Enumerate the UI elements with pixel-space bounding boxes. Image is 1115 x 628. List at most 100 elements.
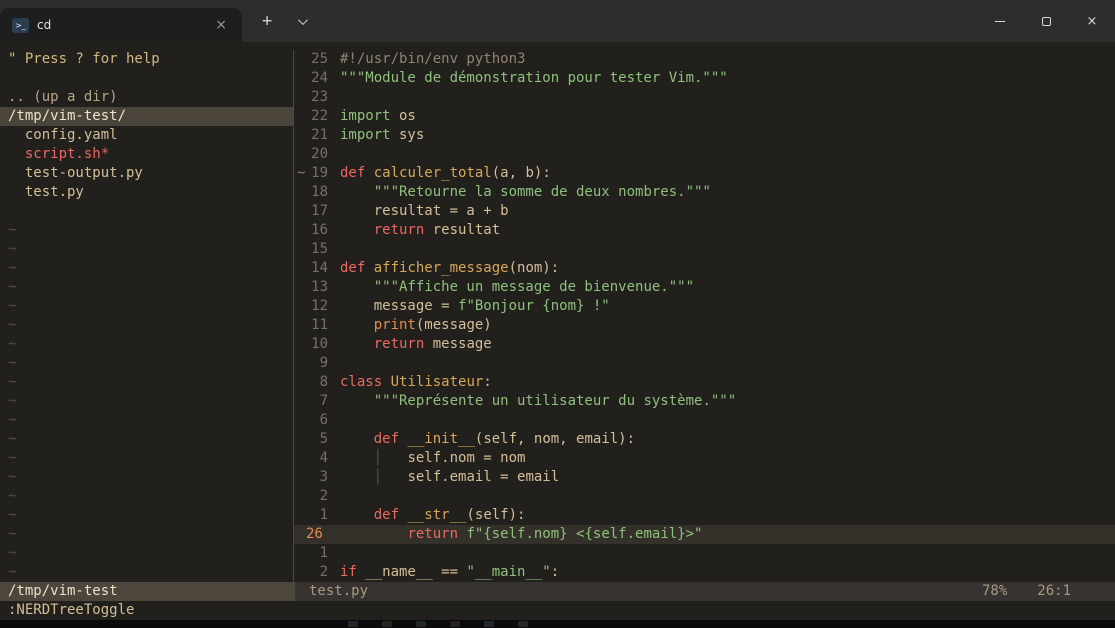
code-text: print(message) (340, 317, 492, 333)
editor-line-current[interactable]: 26 return f"{self.nom} <{self.email}>" (294, 525, 1115, 544)
line-number: 21 (294, 126, 340, 145)
editor-line[interactable]: 14def afficher_message(nom): (294, 259, 1115, 278)
line-number: 17 (294, 202, 340, 221)
editor-line[interactable]: 8class Utilisateur: (294, 373, 1115, 392)
minimize-button[interactable] (977, 0, 1023, 42)
line-number: 23 (294, 88, 340, 107)
tree-item[interactable]: test.py (0, 183, 293, 202)
tilde-marker: ~ (0, 221, 293, 240)
close-button[interactable]: × (1069, 0, 1115, 42)
tab-title: cd (37, 18, 51, 32)
editor-line[interactable]: 7 """Représente un utilisateur du systèm… (294, 392, 1115, 411)
editor-line[interactable]: 21import sys (294, 126, 1115, 145)
vim-command-line[interactable]: :NERDTreeToggle (0, 601, 1115, 620)
tab-cd[interactable]: >_ cd × (0, 8, 242, 42)
tilde-marker: ~ (0, 449, 293, 468)
line-number: 9 (294, 354, 340, 373)
tilde-marker: ~ (0, 563, 293, 582)
tilde-marker: ~ (0, 335, 293, 354)
maximize-button[interactable] (1023, 0, 1069, 42)
code-text: def __str__(self): (340, 507, 525, 523)
line-number: 22 (294, 107, 340, 126)
line-number: 15 (294, 240, 340, 259)
editor-line[interactable]: 6 (294, 411, 1115, 430)
editor-line[interactable]: 5 def __init__(self, nom, email): (294, 430, 1115, 449)
editor-line[interactable]: 1 (294, 544, 1115, 563)
terminal-icon: >_ (12, 18, 29, 33)
editor-line[interactable]: 16 return resultat (294, 221, 1115, 240)
editor-line[interactable]: 22import os (294, 107, 1115, 126)
code-text: if __name__ == "__main__": (340, 564, 559, 580)
statusline-editor: test.py 78% 26:1 (295, 582, 1115, 601)
line-number: 10 (294, 335, 340, 354)
tree-item[interactable]: script.sh* (0, 145, 293, 164)
editor-line[interactable]: 13 """Affiche un message de bienvenue.""… (294, 278, 1115, 297)
gutter-sign: ~ (297, 164, 305, 183)
line-number: 3 (294, 468, 340, 487)
editor-line[interactable]: 3 │ self.email = email (294, 468, 1115, 487)
editor-line[interactable]: 18 """Retourne la somme de deux nombres.… (294, 183, 1115, 202)
editor-line[interactable]: 25#!/usr/bin/env python3 (294, 50, 1115, 69)
editor-line[interactable]: 15 (294, 240, 1115, 259)
line-number: 26 (294, 525, 340, 544)
line-number: 4 (294, 449, 340, 468)
tilde-marker: ~ (0, 297, 293, 316)
line-number: 2 (294, 487, 340, 506)
line-number: 25 (294, 50, 340, 69)
tilde-marker: ~ (0, 392, 293, 411)
line-number: 11 (294, 316, 340, 335)
taskbar-sliver (0, 620, 1115, 628)
line-number: 8 (294, 373, 340, 392)
editor-line[interactable]: 9 (294, 354, 1115, 373)
code-text: │ self.email = email (340, 469, 559, 485)
line-number: 2 (294, 563, 340, 582)
code-text: message = f"Bonjour {nom} !" (340, 298, 610, 314)
code-text: #!/usr/bin/env python3 (340, 51, 525, 67)
line-number: 6 (294, 411, 340, 430)
tree-item[interactable]: config.yaml (0, 126, 293, 145)
editor-line[interactable]: 23 (294, 88, 1115, 107)
code-text: import os (340, 108, 416, 124)
tilde-marker: ~ (0, 468, 293, 487)
tilde-marker: ~ (0, 411, 293, 430)
editor-line[interactable]: 24"""Module de démonstration pour tester… (294, 69, 1115, 88)
tree-item[interactable]: test-output.py (0, 164, 293, 183)
vim-main-area: " Press ? for help.. (up a dir)/tmp/vim-… (0, 42, 1115, 582)
tilde-marker: ~ (0, 373, 293, 392)
tree-item-up-dir[interactable]: .. (up a dir) (0, 88, 293, 107)
tree-blank-row (0, 202, 293, 221)
code-text: def afficher_message(nom): (340, 260, 559, 276)
editor-line[interactable]: 12 message = f"Bonjour {nom} !" (294, 297, 1115, 316)
editor-line[interactable]: 17 resultat = a + b (294, 202, 1115, 221)
code-text: return f"{self.nom} <{self.email}>" (340, 526, 702, 542)
editor-line[interactable]: 1 def __str__(self): (294, 506, 1115, 525)
editor-line[interactable]: 2if __name__ == "__main__": (294, 563, 1115, 582)
editor-line[interactable]: 10 return message (294, 335, 1115, 354)
statusline-ruler: 26:1 (1037, 582, 1071, 601)
line-number: 13 (294, 278, 340, 297)
tree-blank-row (0, 69, 293, 88)
editor-line[interactable]: 2 (294, 487, 1115, 506)
line-number: 16 (294, 221, 340, 240)
statusline-percent: 78% (982, 582, 1007, 601)
code-text: """Module de démonstration pour tester V… (340, 70, 728, 86)
tab-close-icon[interactable]: × (210, 16, 232, 34)
tab-dropdown-button[interactable] (288, 10, 315, 33)
editor-line[interactable]: 11 print(message) (294, 316, 1115, 335)
statusline-filename: test.py (295, 582, 368, 601)
line-number: 20 (294, 145, 340, 164)
window-controls: × (977, 0, 1115, 42)
titlebar: >_ cd × + × (0, 0, 1115, 42)
tilde-marker: ~ (0, 544, 293, 563)
vim-statusline: /tmp/vim-test test.py 78% 26:1 (0, 582, 1115, 601)
new-tab-button[interactable]: + (254, 9, 280, 34)
editor-line[interactable]: ~19def calculer_total(a, b): (294, 164, 1115, 183)
tree-item-selected[interactable]: /tmp/vim-test/ (0, 107, 293, 126)
minimize-icon (995, 21, 1005, 22)
terminal-window: >_ cd × + × " Press ? for help.. (up a d… (0, 0, 1115, 628)
nerdtree-pane: " Press ? for help.. (up a dir)/tmp/vim-… (0, 50, 294, 582)
editor-line[interactable]: 4 │ self.nom = nom (294, 449, 1115, 468)
editor-pane: 25#!/usr/bin/env python324"""Module de d… (294, 50, 1115, 582)
line-number: 14 (294, 259, 340, 278)
editor-line[interactable]: 20 (294, 145, 1115, 164)
